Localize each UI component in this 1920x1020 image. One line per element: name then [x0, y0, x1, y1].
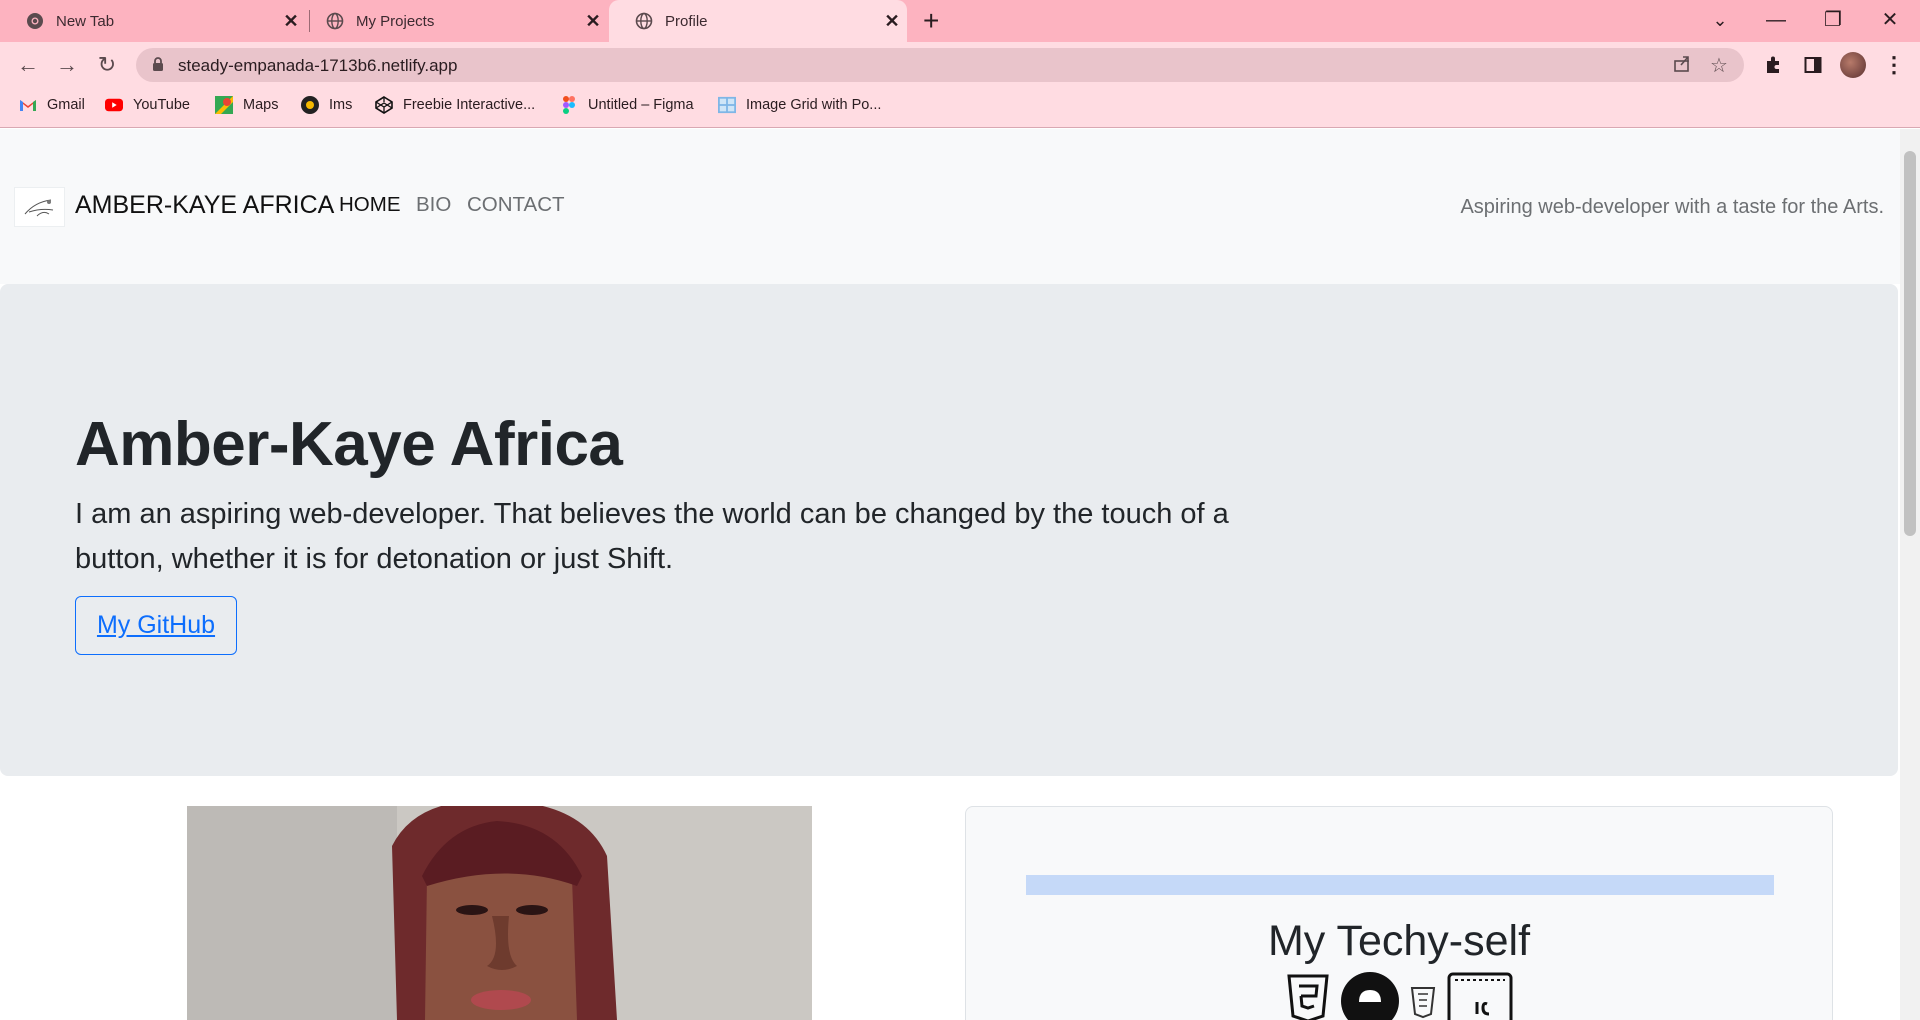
bookmark-label: Gmail: [47, 97, 85, 113]
page-viewport: AMBER-KAYE AFRICA HOME BIO CONTACT Aspir…: [0, 129, 1900, 1020]
github-button[interactable]: My GitHub: [75, 596, 237, 655]
forward-icon[interactable]: →: [52, 51, 82, 79]
browser-toolbar: ← → ↻ steady-empanada-1713b6.netlify.app…: [0, 42, 1920, 88]
github-icon: [1341, 972, 1399, 1020]
scrollbar-thumb[interactable]: [1904, 151, 1916, 536]
menu-kebab-icon[interactable]: ⋮: [1881, 52, 1907, 78]
bookmark-star-icon[interactable]: ☆: [1710, 53, 1728, 78]
image-icon: [718, 96, 736, 114]
bookmark-ims[interactable]: Ims: [301, 96, 352, 114]
nav-link-home[interactable]: HOME: [339, 193, 401, 217]
gmail-icon: [19, 96, 37, 114]
bookmark-youtube[interactable]: YouTube: [105, 96, 190, 114]
tab-my-projects[interactable]: My Projects ✕: [300, 0, 608, 42]
ims-icon: [301, 96, 319, 114]
figma-icon: [560, 96, 578, 114]
new-tab-button[interactable]: +: [923, 6, 939, 36]
bookmark-label: Untitled – Figma: [588, 97, 694, 113]
bookmark-gmail[interactable]: Gmail: [19, 96, 85, 114]
bookmark-label: YouTube: [133, 97, 190, 113]
globe-icon: [635, 12, 653, 30]
hero-section: Amber-Kaye Africa I am an aspiring web-d…: [0, 284, 1898, 776]
restore-icon[interactable]: ❐: [1805, 4, 1861, 36]
lock-icon[interactable]: [152, 57, 164, 77]
bookmark-label: Ims: [329, 97, 353, 113]
tab-title: New Tab: [56, 12, 115, 30]
extensions-icon[interactable]: [1760, 52, 1786, 78]
page-scrollbar[interactable]: [1900, 129, 1920, 1020]
back-icon[interactable]: ←: [13, 51, 43, 79]
close-tab-icon[interactable]: ✕: [578, 11, 608, 32]
brand-name[interactable]: AMBER-KAYE AFRICA: [75, 191, 334, 220]
techy-card: My Techy-self: [965, 806, 1833, 1020]
share-icon[interactable]: [1672, 53, 1692, 79]
close-tab-icon[interactable]: ✕: [877, 11, 907, 32]
minimize-icon[interactable]: —: [1748, 4, 1804, 36]
profile-avatar[interactable]: [1840, 52, 1866, 78]
maps-icon: [215, 96, 233, 114]
progress-bar: [1026, 875, 1774, 895]
css3-icon: [1285, 972, 1331, 1020]
chrome-icon: [26, 12, 44, 30]
address-bar[interactable]: steady-empanada-1713b6.netlify.app ☆: [136, 48, 1744, 82]
brand-logo[interactable]: [14, 187, 65, 227]
bookmarks-bar: Gmail YouTube Maps Ims Freebie Interacti…: [0, 88, 1920, 128]
nav-link-contact[interactable]: CONTACT: [467, 193, 565, 217]
codepen-icon: [375, 96, 393, 114]
bookmark-maps[interactable]: Maps: [215, 96, 278, 114]
tab-title: My Projects: [356, 12, 435, 30]
tab-profile[interactable]: Profile ✕: [609, 0, 907, 42]
globe-icon: [326, 12, 344, 30]
bookmark-label: Image Grid with Po...: [746, 97, 882, 113]
close-window-icon[interactable]: ✕: [1862, 4, 1918, 36]
html5-icon: [1409, 972, 1437, 1020]
tab-strip: New Tab ✕ My Projects ✕ Profile ✕ + ⌄ — …: [0, 0, 1920, 42]
url-text: steady-empanada-1713b6.netlify.app: [178, 56, 458, 75]
side-panel-icon[interactable]: [1800, 52, 1826, 78]
card-heading: My Techy-self: [1267, 917, 1531, 965]
site-tagline: Aspiring web-developer with a taste for …: [1460, 196, 1884, 218]
tab-search-icon[interactable]: ⌄: [1692, 4, 1748, 36]
js-icon: [1447, 972, 1513, 1020]
bookmark-freebie[interactable]: Freebie Interactive...: [375, 96, 535, 114]
hero-description: I am an aspiring web-developer. That bel…: [75, 498, 1229, 575]
bookmark-label: Freebie Interactive...: [403, 97, 536, 113]
bookmark-figma[interactable]: Untitled – Figma: [560, 96, 694, 114]
youtube-icon: [105, 96, 123, 114]
nav-link-bio[interactable]: BIO: [416, 193, 451, 217]
bookmark-label: Maps: [243, 97, 279, 113]
tech-icons: [966, 972, 1832, 1020]
profile-photo: [187, 806, 812, 1020]
tab-title: Profile: [665, 12, 708, 30]
tab-new-tab[interactable]: New Tab ✕: [0, 0, 306, 42]
bookmark-image-grid[interactable]: Image Grid with Po...: [718, 96, 881, 114]
site-navbar: AMBER-KAYE AFRICA HOME BIO CONTACT Aspir…: [0, 129, 1900, 284]
hero-title: Amber-Kaye Africa: [75, 410, 623, 479]
reload-icon[interactable]: ↻: [92, 51, 122, 79]
